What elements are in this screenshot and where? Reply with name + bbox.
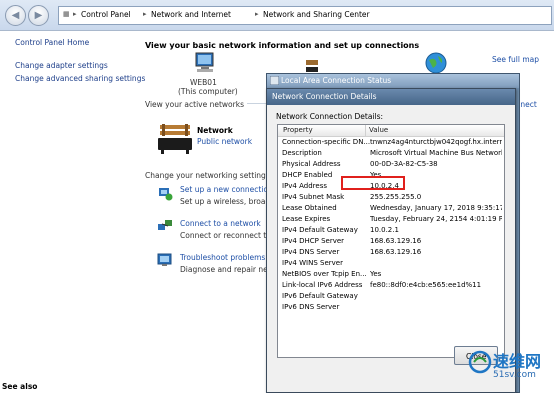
watermark-text: 速维网 bbox=[493, 352, 542, 371]
row-value: tnwnz4ag4nturctbjw042qogf.hx.internal.c bbox=[370, 138, 502, 146]
details-listview[interactable]: Property Value Connection-specific DN...… bbox=[277, 124, 505, 358]
lac-title-text: Local Area Connection Status bbox=[281, 76, 392, 85]
computer-name: WEB01 bbox=[190, 78, 217, 87]
active-networks-label: View your active networks bbox=[145, 100, 247, 109]
row-property: IPv4 Address bbox=[282, 182, 327, 190]
table-row[interactable]: NetBIOS over Tcpip En... Yes bbox=[278, 269, 504, 280]
setup-connection-link[interactable]: Set up a new connection bbox=[180, 185, 273, 194]
troubleshoot-icon bbox=[157, 253, 172, 266]
row-property: Link-local IPv6 Address bbox=[282, 281, 363, 289]
network-folder-icon: ▦ bbox=[63, 10, 70, 18]
row-property: IPv4 WINS Server bbox=[282, 259, 343, 267]
network-name: Network bbox=[197, 126, 233, 135]
connect-network-desc: Connect or reconnect to bbox=[180, 231, 271, 240]
row-property: IPv4 DNS Server bbox=[282, 248, 340, 256]
breadcrumb-network-internet[interactable]: Network and Internet bbox=[151, 10, 231, 19]
row-property: DHCP Enabled bbox=[282, 171, 333, 179]
row-property: Connection-specific DN... bbox=[282, 138, 371, 146]
back-button[interactable]: ◀ bbox=[5, 5, 26, 26]
row-value: Wednesday, January 17, 2018 9:35:17 P bbox=[370, 204, 502, 212]
listview-header: Property Value bbox=[278, 125, 504, 137]
internet-globe-icon bbox=[425, 52, 447, 74]
table-row[interactable]: Physical Address 00-0D-3A-82-C5-38 bbox=[278, 159, 504, 170]
network-type-link[interactable]: Public network bbox=[197, 137, 252, 146]
change-advanced-sharing-link[interactable]: Change advanced sharing settings bbox=[15, 74, 145, 83]
row-property: IPv4 DHCP Server bbox=[282, 237, 345, 245]
change-adapter-settings-link[interactable]: Change adapter settings bbox=[15, 61, 108, 70]
setup-connection-desc: Set up a wireless, broadb bbox=[180, 197, 275, 206]
row-value: 255.255.255.0 bbox=[370, 193, 422, 201]
table-row[interactable]: Lease Obtained Wednesday, January 17, 201… bbox=[278, 203, 504, 214]
chevron-right-icon: ▸ bbox=[143, 10, 147, 18]
network-bench-icon bbox=[306, 60, 318, 72]
row-value: 168.63.129.16 bbox=[370, 237, 422, 245]
page-heading: View your basic network information and … bbox=[145, 41, 420, 50]
table-row[interactable]: Description Microsoft Virtual Machine Bus… bbox=[278, 148, 504, 159]
breadcrumb-network-sharing-center[interactable]: Network and Sharing Center bbox=[263, 10, 370, 19]
see-also-heading: See also bbox=[2, 382, 38, 391]
connect-network-icon bbox=[158, 220, 172, 230]
table-row[interactable]: IPv4 WINS Server bbox=[278, 258, 504, 269]
watermark: 速维网 51sv.com bbox=[468, 348, 552, 388]
table-row[interactable]: IPv6 DNS Server bbox=[278, 302, 504, 313]
column-header-value[interactable]: Value bbox=[366, 125, 388, 136]
row-property: Physical Address bbox=[282, 160, 341, 168]
control-panel-home-link[interactable]: Control Panel Home bbox=[15, 38, 89, 47]
chevron-right-icon: ▸ bbox=[255, 10, 259, 18]
row-value: Tuesday, February 24, 2154 4:01:19 PM bbox=[370, 215, 502, 223]
computer-sub: (This computer) bbox=[178, 87, 238, 96]
watermark-sub: 51sv.com bbox=[493, 370, 536, 380]
row-value: 168.63.129.16 bbox=[370, 248, 422, 256]
see-full-map-link[interactable]: See full map bbox=[492, 55, 539, 64]
chevron-right-icon: ▸ bbox=[73, 10, 77, 18]
row-property: IPv6 DNS Server bbox=[282, 303, 340, 311]
table-row[interactable]: IPv4 DHCP Server 168.63.129.16 bbox=[278, 236, 504, 247]
row-property: IPv4 Default Gateway bbox=[282, 226, 358, 234]
table-row[interactable]: IPv6 Default Gateway bbox=[278, 291, 504, 302]
address-box[interactable]: ▦ ▸ Control Panel ▸ Network and Internet… bbox=[58, 6, 552, 25]
table-row[interactable]: Lease Expires Tuesday, February 24, 2154 … bbox=[278, 214, 504, 225]
table-row[interactable]: Link-local IPv6 Address fe80::8df0:e4cb:e… bbox=[278, 280, 504, 291]
table-row[interactable]: IPv4 Subnet Mask 255.255.255.0 bbox=[278, 192, 504, 203]
network-icon bbox=[158, 124, 192, 154]
details-dialog-title: Network Connection Details bbox=[272, 92, 377, 101]
row-property: Description bbox=[282, 149, 322, 157]
computer-icon bbox=[195, 52, 214, 72]
table-row[interactable]: Connection-specific DN... tnwnz4ag4nturct… bbox=[278, 137, 504, 148]
change-settings-label: Change your networking settings bbox=[145, 171, 273, 180]
row-property: IPv4 Subnet Mask bbox=[282, 193, 345, 201]
table-row[interactable]: IPv4 DNS Server 168.63.129.16 bbox=[278, 247, 504, 258]
ipv4-highlight-box bbox=[341, 176, 405, 190]
details-dialog-titlebar[interactable]: Network Connection Details bbox=[267, 89, 515, 105]
watermark-logo-icon bbox=[468, 350, 492, 374]
row-property: Lease Expires bbox=[282, 215, 331, 223]
row-value: 10.0.2.1 bbox=[370, 226, 399, 234]
address-bar-region: ◀ ▶ ▦ ▸ Control Panel ▸ Network and Inte… bbox=[0, 0, 554, 31]
troubleshoot-link[interactable]: Troubleshoot problems bbox=[180, 253, 265, 262]
row-value: Yes bbox=[370, 270, 382, 278]
row-property: IPv6 Default Gateway bbox=[282, 292, 358, 300]
forward-button[interactable]: ▶ bbox=[28, 5, 49, 26]
lac-status-titlebar[interactable]: Local Area Connection Status bbox=[267, 74, 519, 88]
details-label: Network Connection Details: bbox=[276, 112, 384, 121]
row-value: 00-0D-3A-82-C5-38 bbox=[370, 160, 438, 168]
row-property: Lease Obtained bbox=[282, 204, 337, 212]
connect-network-link[interactable]: Connect to a network bbox=[180, 219, 261, 228]
table-row[interactable]: IPv4 Default Gateway 10.0.2.1 bbox=[278, 225, 504, 236]
row-value: fe80::8df0:e4cb:e565:ee1d%11 bbox=[370, 281, 482, 289]
lac-window-icon bbox=[270, 76, 279, 85]
breadcrumb-control-panel[interactable]: Control Panel bbox=[81, 10, 131, 19]
column-header-property[interactable]: Property bbox=[280, 125, 366, 136]
row-property: NetBIOS over Tcpip En... bbox=[282, 270, 367, 278]
new-connection-icon bbox=[159, 188, 173, 201]
row-value: Microsoft Virtual Machine Bus Network A bbox=[370, 149, 502, 157]
